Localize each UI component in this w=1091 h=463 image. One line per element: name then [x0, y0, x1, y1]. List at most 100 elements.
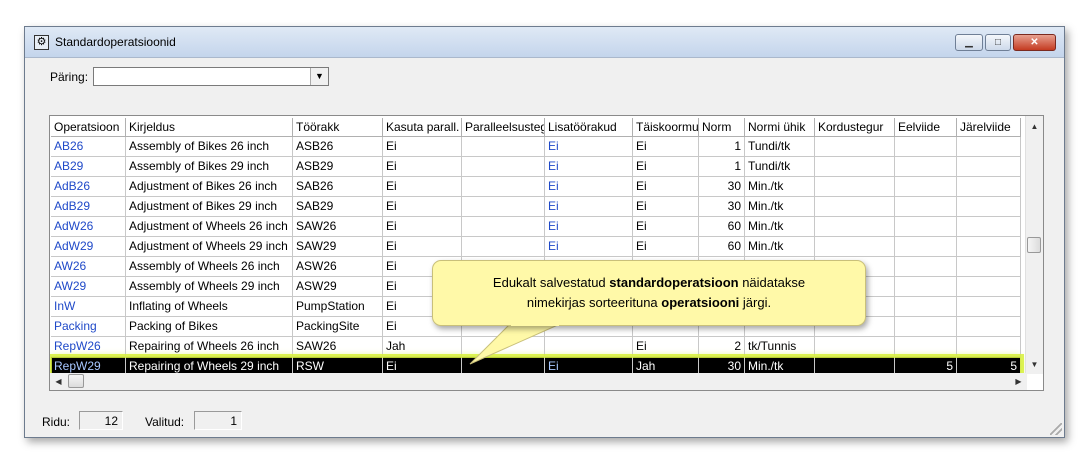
column-header[interactable]: Norm — [699, 118, 745, 137]
title-bar[interactable]: ⚙ Standardoperatsioonid ▁ □ ✕ — [25, 27, 1064, 58]
table-cell — [895, 317, 957, 337]
table-cell — [462, 137, 545, 157]
operations-grid[interactable]: Operatsioon Kirjeldus Töörakk Kasuta parall… — [49, 115, 1044, 391]
table-cell: Assembly of Bikes 26 inch — [126, 137, 293, 157]
scroll-left-icon[interactable]: ◀ — [50, 373, 67, 390]
table-cell — [462, 177, 545, 197]
horizontal-scrollbar[interactable]: ◀ ▶ — [50, 373, 1027, 390]
scroll-up-icon[interactable]: ▲ — [1026, 118, 1043, 135]
selected-count-value: 1 — [194, 411, 242, 430]
table-cell: Ei — [545, 177, 633, 197]
table-cell: Inflating of Wheels — [126, 297, 293, 317]
table-cell: Tundi/tk — [745, 157, 815, 177]
minimize-button[interactable]: ▁ — [955, 34, 983, 51]
table-cell: 30 — [699, 177, 745, 197]
column-header[interactable]: Paralleelsusteg — [462, 118, 545, 137]
table-cell — [895, 137, 957, 157]
vertical-scrollbar[interactable]: ▲ ▼ — [1025, 116, 1043, 374]
table-cell: AB29 — [51, 157, 126, 177]
table-cell — [895, 297, 957, 317]
table-cell: Adjustment of Wheels 29 inch — [126, 237, 293, 257]
column-header[interactable]: Järelviide — [957, 118, 1021, 137]
table-row[interactable]: AB29 Assembly of Bikes 29 inch ASB29 Ei Ei Ei… — [51, 157, 1021, 177]
table-cell: Packing of Bikes — [126, 317, 293, 337]
table-cell: SAW26 — [293, 337, 383, 357]
table-cell: Jah — [383, 337, 462, 357]
query-select[interactable]: ▼ — [93, 67, 329, 86]
table-cell: SAW26 — [293, 217, 383, 237]
column-header[interactable]: Eelviide — [895, 118, 957, 137]
table-cell: Assembly of Wheels 26 inch — [126, 257, 293, 277]
table-cell: SAB26 — [293, 177, 383, 197]
table-cell: ASB26 — [293, 137, 383, 157]
table-cell: 1 — [699, 157, 745, 177]
table-cell: Ei — [545, 197, 633, 217]
table-cell: 30 — [699, 197, 745, 217]
table-row[interactable]: AdB29 Adjustment of Bikes 29 inch SAB29 Ei E… — [51, 197, 1021, 217]
table-cell: Ei — [545, 157, 633, 177]
table-cell: SAB29 — [293, 197, 383, 217]
table-cell: Adjustment of Bikes 29 inch — [126, 197, 293, 217]
table-cell: AdB29 — [51, 197, 126, 217]
table-cell — [815, 137, 895, 157]
table-cell: InW — [51, 297, 126, 317]
table-cell — [815, 197, 895, 217]
column-header[interactable]: Kordustegur — [815, 118, 895, 137]
table-cell — [957, 297, 1021, 317]
column-header[interactable]: Töörakk — [293, 118, 383, 137]
table-cell — [895, 237, 957, 257]
table-cell: Ei — [633, 217, 699, 237]
table-cell — [957, 217, 1021, 237]
table-cell: Ei — [633, 237, 699, 257]
table-cell: 60 — [699, 237, 745, 257]
table-row[interactable]: AdW26 Adjustment of Wheels 26 inch SAW26 Ei… — [51, 217, 1021, 237]
table-cell: RepW26 — [51, 337, 126, 357]
table-cell: AW29 — [51, 277, 126, 297]
table-row[interactable]: AdW29 Adjustment of Wheels 29 inch SAW29 Ei… — [51, 237, 1021, 257]
column-header[interactable]: Normi ühik — [745, 118, 815, 137]
table-cell: AdW26 — [51, 217, 126, 237]
table-cell: tk/Tunnis — [745, 337, 815, 357]
table-cell — [957, 177, 1021, 197]
table-cell — [462, 337, 545, 357]
table-cell — [957, 157, 1021, 177]
app-icon[interactable]: ⚙ — [34, 35, 49, 50]
table-cell: Assembly of Wheels 29 inch — [126, 277, 293, 297]
table-cell: PumpStation — [293, 297, 383, 317]
column-header[interactable]: Operatsioon — [51, 118, 126, 137]
maximize-icon: □ — [994, 37, 1002, 48]
close-button[interactable]: ✕ — [1013, 34, 1056, 51]
table-cell: Ei — [383, 197, 462, 217]
column-header[interactable]: Lisatöörakud — [545, 118, 633, 137]
rows-count-value: 12 — [79, 411, 123, 430]
column-header[interactable]: Kasuta parall. — [383, 118, 462, 137]
column-header[interactable]: Täiskoormu — [633, 118, 699, 137]
scroll-right-icon[interactable]: ▶ — [1010, 373, 1027, 390]
table-row[interactable]: AdB26 Adjustment of Bikes 26 inch SAB26 Ei E… — [51, 177, 1021, 197]
table-cell — [462, 197, 545, 217]
horizontal-scroll-thumb[interactable] — [68, 374, 84, 388]
rows-count-label: Ridu: — [42, 415, 71, 429]
table-row[interactable]: RepW26 Repairing of Wheels 26 inch SAW26 Ja… — [51, 337, 1021, 357]
table-cell — [895, 337, 957, 357]
column-header[interactable]: Kirjeldus — [126, 118, 293, 137]
vertical-scroll-thumb[interactable] — [1027, 237, 1041, 253]
table-cell — [895, 277, 957, 297]
dropdown-arrow-icon[interactable]: ▼ — [310, 68, 328, 85]
table-cell: SAW29 — [293, 237, 383, 257]
table-cell: Min./tk — [745, 217, 815, 237]
maximize-button[interactable]: □ — [985, 34, 1011, 51]
table-cell: 1 — [699, 137, 745, 157]
minimize-icon: ▁ — [965, 37, 973, 48]
table-cell: Min./tk — [745, 237, 815, 257]
table-row[interactable]: AB26 Assembly of Bikes 26 inch ASB26 Ei Ei Ei… — [51, 137, 1021, 157]
table-cell — [895, 257, 957, 277]
table-cell: AW26 — [51, 257, 126, 277]
table-cell: Ei — [383, 157, 462, 177]
table-cell — [895, 157, 957, 177]
table-cell: PackingSite — [293, 317, 383, 337]
resize-grip-icon[interactable] — [1050, 423, 1062, 435]
scroll-down-icon[interactable]: ▼ — [1026, 356, 1043, 373]
table-cell: Ei — [545, 237, 633, 257]
table-cell: Ei — [383, 137, 462, 157]
